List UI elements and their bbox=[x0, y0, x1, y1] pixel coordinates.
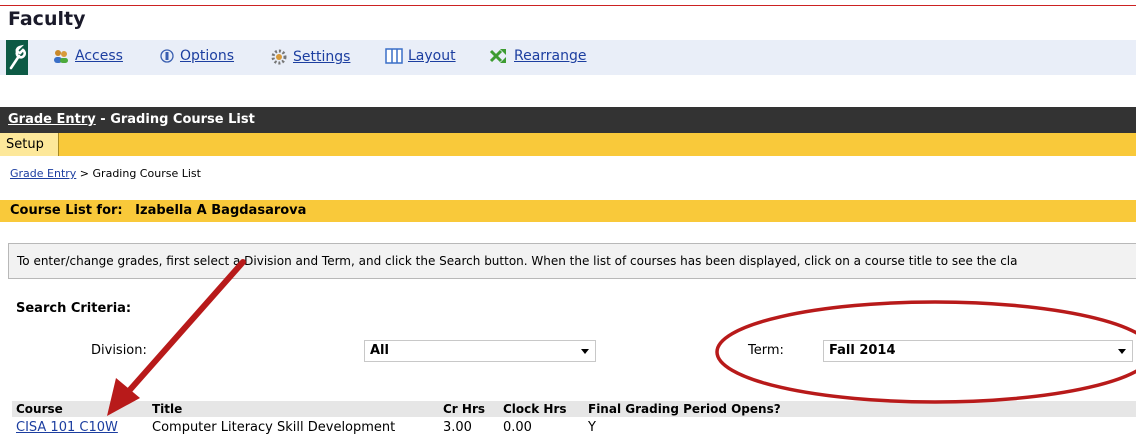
course-list-label: Course List for: bbox=[10, 203, 123, 218]
table-header: Course Title Cr Hrs Clock Hrs Final Grad… bbox=[12, 401, 1136, 417]
toolbar-options[interactable]: Options bbox=[159, 48, 234, 64]
course-link[interactable]: CISA 101 C10W bbox=[16, 419, 118, 437]
tab-setup[interactable]: Setup bbox=[0, 133, 59, 156]
toolbar-rearrange-link[interactable]: Rearrange bbox=[514, 48, 587, 64]
annotation-arrow-shaft bbox=[125, 259, 246, 395]
gear-icon bbox=[271, 49, 287, 65]
chevron-down-icon bbox=[1118, 349, 1126, 354]
wrench-icon[interactable] bbox=[6, 40, 28, 75]
toolbar-access-link[interactable]: Access bbox=[75, 48, 123, 64]
course-title: Computer Literacy Skill Development bbox=[152, 420, 396, 435]
instructions-box: To enter/change grades, first select a D… bbox=[8, 243, 1136, 279]
header-grade-entry-link[interactable]: Grade Entry bbox=[8, 112, 96, 127]
division-select[interactable]: All bbox=[364, 340, 596, 362]
course-cr-hrs: 3.00 bbox=[443, 420, 472, 435]
term-label: Term: bbox=[748, 343, 784, 358]
toolbar-access[interactable]: Access bbox=[52, 48, 123, 64]
division-select-value: All bbox=[370, 343, 389, 358]
toolbar-settings-link[interactable]: Settings bbox=[293, 49, 350, 65]
column-header-title: Title bbox=[152, 402, 183, 416]
arrows-icon bbox=[489, 49, 506, 63]
options-icon bbox=[160, 49, 174, 63]
course-clock-hrs: 0.00 bbox=[503, 420, 532, 435]
course-final-grading: Y bbox=[588, 420, 596, 435]
page-title: Faculty bbox=[8, 8, 86, 30]
breadcrumb: Grade Entry > Grading Course List bbox=[10, 167, 201, 180]
chevron-down-icon bbox=[581, 349, 589, 354]
column-header-course: Course bbox=[16, 402, 63, 416]
section-header: Grade Entry - Grading Course List bbox=[0, 107, 1136, 133]
term-select-value: Fall 2014 bbox=[829, 343, 896, 358]
breadcrumb-separator: > bbox=[76, 167, 93, 180]
toolbar-layout-link[interactable]: Layout bbox=[408, 48, 456, 64]
breadcrumb-grade-entry-link[interactable]: Grade Entry bbox=[10, 167, 76, 180]
course-list-banner: Course List for: Izabella A Bagdasarova bbox=[0, 200, 1136, 222]
faculty-name: Izabella A Bagdasarova bbox=[135, 203, 307, 218]
users-icon bbox=[54, 50, 68, 63]
top-rule bbox=[0, 5, 1136, 6]
header-separator: - bbox=[95, 112, 111, 127]
toolbar-rearrange[interactable]: Rearrange bbox=[489, 48, 587, 64]
layout-icon bbox=[385, 48, 403, 64]
toolbar-settings[interactable]: Settings bbox=[270, 48, 350, 66]
column-header-clock-hrs: Clock Hrs bbox=[503, 402, 567, 416]
toolbar-layout[interactable]: Layout bbox=[385, 48, 456, 64]
search-criteria-title: Search Criteria: bbox=[16, 301, 132, 316]
toolbar-options-link[interactable]: Options bbox=[180, 48, 234, 64]
tab-bar: Setup bbox=[0, 133, 1136, 156]
column-header-final-grading: Final Grading Period Opens? bbox=[588, 402, 781, 416]
division-label: Division: bbox=[91, 343, 147, 358]
breadcrumb-current: Grading Course List bbox=[92, 167, 201, 180]
term-select[interactable]: Fall 2014 bbox=[823, 340, 1133, 362]
table-row: CISA 101 C10W Computer Literacy Skill De… bbox=[12, 419, 1136, 437]
column-header-cr-hrs: Cr Hrs bbox=[443, 402, 486, 416]
header-title: Grading Course List bbox=[110, 112, 255, 127]
